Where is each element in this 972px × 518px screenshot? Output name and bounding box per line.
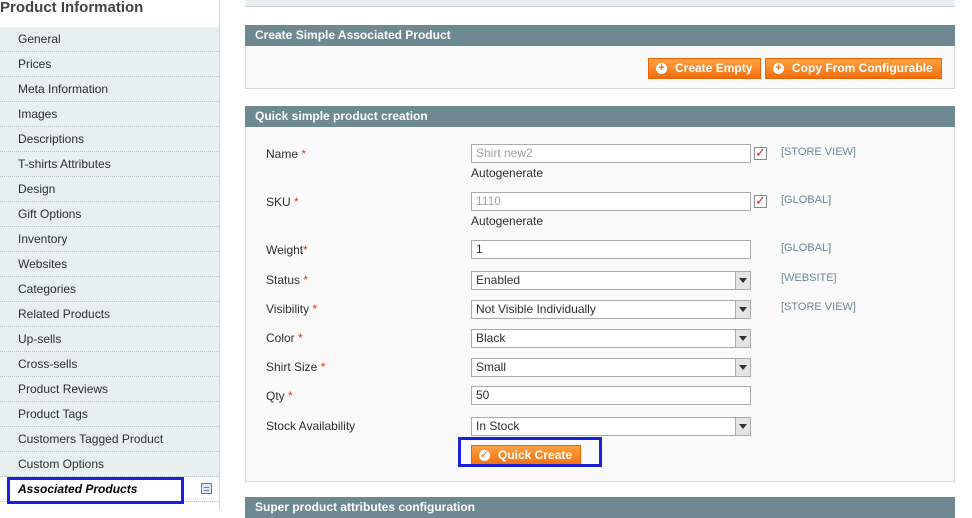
visibility-select[interactable]: Not Visible Individually (471, 300, 751, 319)
weight-scope: [GLOBAL] (781, 242, 832, 254)
copy-from-configurable-button[interactable]: + Copy From Configurable (765, 58, 942, 79)
shirt-size-label: Shirt Size * (266, 360, 326, 374)
shirt-size-value: Small (476, 360, 507, 374)
visibility-scope: [STORE VIEW] (781, 301, 856, 313)
sidebar-item-label: Product Reviews (18, 382, 109, 396)
sidebar-item-label: Up-sells (18, 332, 62, 346)
sidebar-title: Product Information (0, 0, 144, 16)
sidebar-item-inventory[interactable]: Inventory (0, 227, 219, 252)
plus-icon: + (656, 63, 667, 74)
chevron-down-icon (735, 301, 750, 318)
sidebar-item-associated-products[interactable]: Associated Products (0, 477, 219, 504)
sidebar-item-customers-tagged-product[interactable]: Customers Tagged Product (0, 427, 219, 452)
sidebar: Product Information General Prices Meta … (0, 0, 220, 509)
color-select[interactable]: Black (471, 329, 751, 348)
super-attributes-header: Super product attributes configuration (245, 497, 955, 518)
create-empty-button[interactable]: + Create Empty (648, 58, 762, 79)
visibility-value: Not Visible Individually (476, 302, 596, 316)
name-field[interactable]: Shirt new2 (471, 144, 751, 163)
sidebar-item-label: Custom Options (18, 457, 105, 471)
sidebar-item-gift-options[interactable]: Gift Options (0, 202, 219, 227)
chevron-down-icon (735, 418, 750, 435)
qty-label: Qty * (266, 389, 293, 403)
color-label: Color * (266, 331, 303, 345)
sidebar-item-meta-information[interactable]: Meta Information (0, 77, 219, 102)
sku-autogenerate-checkbox[interactable] (754, 193, 767, 209)
sidebar-item-label: Product Tags (18, 407, 88, 421)
sku-field[interactable]: 1110 (471, 192, 751, 211)
sidebar-item-prices[interactable]: Prices (0, 52, 219, 77)
main-content: Create Simple Associated Product + Creat… (245, 0, 955, 518)
sidebar-item-images[interactable]: Images (0, 102, 219, 127)
sidebar-item-label: Prices (18, 57, 52, 71)
changed-tab-icon (201, 483, 212, 494)
plus-icon: + (773, 63, 784, 74)
weight-label: Weight* (266, 243, 308, 257)
chevron-down-icon (735, 330, 750, 347)
shirt-size-select[interactable]: Small (471, 358, 751, 377)
sidebar-item-design[interactable]: Design (0, 177, 219, 202)
stock-availability-label: Stock Availability (266, 419, 356, 433)
name-autogenerate-checkbox[interactable] (754, 145, 767, 161)
stock-availability-select[interactable]: In Stock (471, 417, 751, 436)
status-value: Enabled (476, 273, 521, 287)
create-simple-body: + Create Empty + Copy From Configurable (245, 46, 955, 89)
status-scope: [WEBSITE] (781, 272, 837, 284)
sidebar-item-related-products[interactable]: Related Products (0, 302, 219, 327)
status-label: Status * (266, 273, 309, 287)
sidebar-item-label: Categories (18, 282, 77, 296)
sidebar-item-tshirts-attributes[interactable]: T-shirts Attributes (0, 152, 219, 177)
sidebar-item-descriptions[interactable]: Descriptions (0, 127, 219, 152)
sidebar-item-label: Descriptions (18, 132, 85, 146)
sidebar-tab-list: General Prices Meta Information Images D… (0, 27, 219, 504)
sidebar-item-label: Images (18, 107, 58, 121)
chevron-down-icon (735, 272, 750, 289)
name-autogenerate-label: Autogenerate (471, 166, 544, 180)
copy-from-configurable-label: Copy From Configurable (792, 61, 933, 75)
name-scope: [STORE VIEW] (781, 146, 856, 158)
sidebar-item-custom-options[interactable]: Custom Options (0, 452, 219, 477)
qty-field[interactable]: 50 (471, 386, 751, 405)
status-select[interactable]: Enabled (471, 271, 751, 290)
sidebar-item-label: General (18, 32, 61, 46)
name-label: Name * (266, 147, 307, 161)
highlight-box (458, 437, 602, 467)
sidebar-item-label: Customers Tagged Product (18, 432, 164, 446)
color-value: Black (476, 331, 506, 345)
sidebar-item-label: Design (18, 182, 56, 196)
sidebar-item-product-reviews[interactable]: Product Reviews (0, 377, 219, 402)
divider (245, 0, 955, 7)
create-simple-header: Create Simple Associated Product (245, 25, 955, 46)
sidebar-item-cross-sells[interactable]: Cross-sells (0, 352, 219, 377)
chevron-down-icon (735, 359, 750, 376)
sidebar-item-general[interactable]: General (0, 27, 219, 52)
sidebar-item-label: Inventory (18, 232, 68, 246)
sidebar-item-label: T-shirts Attributes (18, 157, 111, 171)
sidebar-item-label: Cross-sells (18, 357, 78, 371)
sidebar-item-label: Related Products (18, 307, 111, 321)
quick-create-header: Quick simple product creation (245, 106, 955, 127)
sidebar-item-label: Meta Information (18, 82, 109, 96)
sidebar-item-label: Gift Options (18, 207, 82, 221)
sku-scope: [GLOBAL] (781, 194, 832, 206)
sku-label: SKU * (266, 195, 299, 209)
sidebar-item-product-tags[interactable]: Product Tags (0, 402, 219, 427)
sidebar-item-categories[interactable]: Categories (0, 277, 219, 302)
sidebar-item-label: Websites (18, 257, 68, 271)
sku-autogenerate-label: Autogenerate (471, 214, 544, 228)
sidebar-item-websites[interactable]: Websites (0, 252, 219, 277)
weight-field[interactable]: 1 (471, 240, 751, 259)
highlight-box (7, 477, 184, 504)
stock-availability-value: In Stock (476, 419, 520, 433)
visibility-label: Visibility * (266, 302, 318, 316)
sidebar-item-up-sells[interactable]: Up-sells (0, 327, 219, 352)
create-empty-label: Create Empty (675, 61, 753, 75)
